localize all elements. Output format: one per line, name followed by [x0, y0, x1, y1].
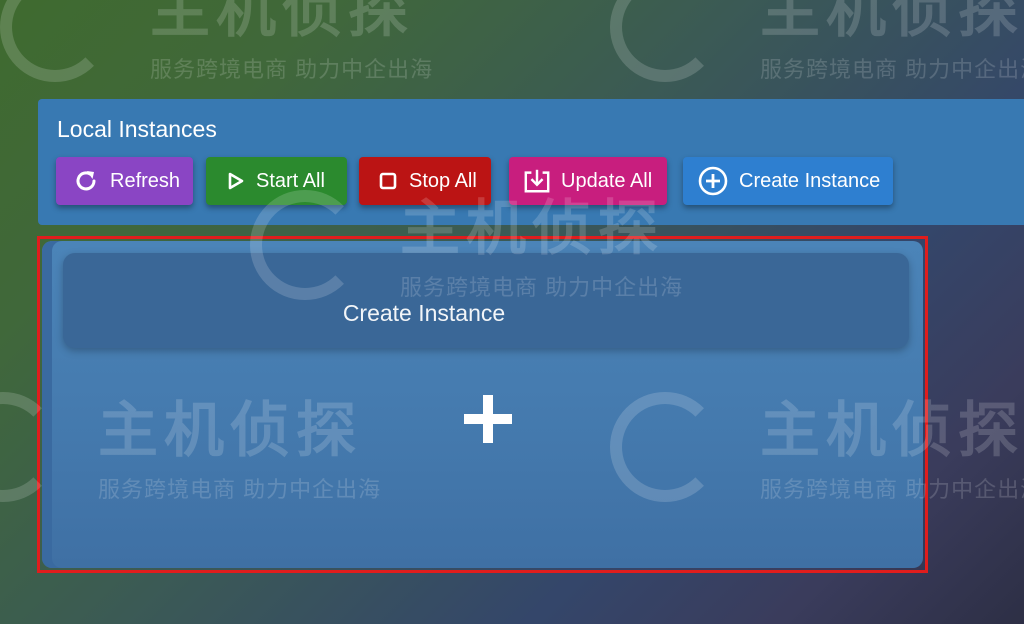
- watermark-logo-icon: [0, 0, 110, 82]
- watermark-title: 主机侦探: [760, 0, 1024, 44]
- start-all-label: Start All: [256, 169, 325, 192]
- stop-icon: [377, 167, 399, 195]
- update-all-label: Update All: [561, 169, 653, 192]
- plus-circle-icon: [697, 165, 729, 197]
- play-icon: [226, 167, 246, 195]
- refresh-label: Refresh: [110, 169, 181, 192]
- start-all-button[interactable]: Start All: [206, 157, 347, 205]
- stop-all-label: Stop All: [409, 169, 477, 192]
- watermark-subtitle: 服务跨境电商 助力中企出海: [760, 57, 1024, 82]
- selection-highlight: [37, 236, 928, 573]
- watermark-logo-icon: [610, 0, 720, 82]
- refresh-button[interactable]: Refresh: [56, 157, 193, 205]
- create-instance-button[interactable]: Create Instance: [683, 157, 893, 205]
- stop-all-button[interactable]: Stop All: [359, 157, 491, 205]
- watermark-subtitle: 服务跨境电商 助力中企出海: [150, 57, 434, 82]
- local-instances-panel: Local Instances Refresh Start All Stop A…: [38, 99, 1024, 225]
- panel-title: Local Instances: [57, 116, 217, 142]
- refresh-icon: [72, 167, 100, 195]
- create-instance-label: Create Instance: [739, 169, 881, 192]
- download-icon: [523, 167, 551, 195]
- update-all-button[interactable]: Update All: [509, 157, 667, 205]
- watermark-title: 主机侦探: [150, 0, 414, 44]
